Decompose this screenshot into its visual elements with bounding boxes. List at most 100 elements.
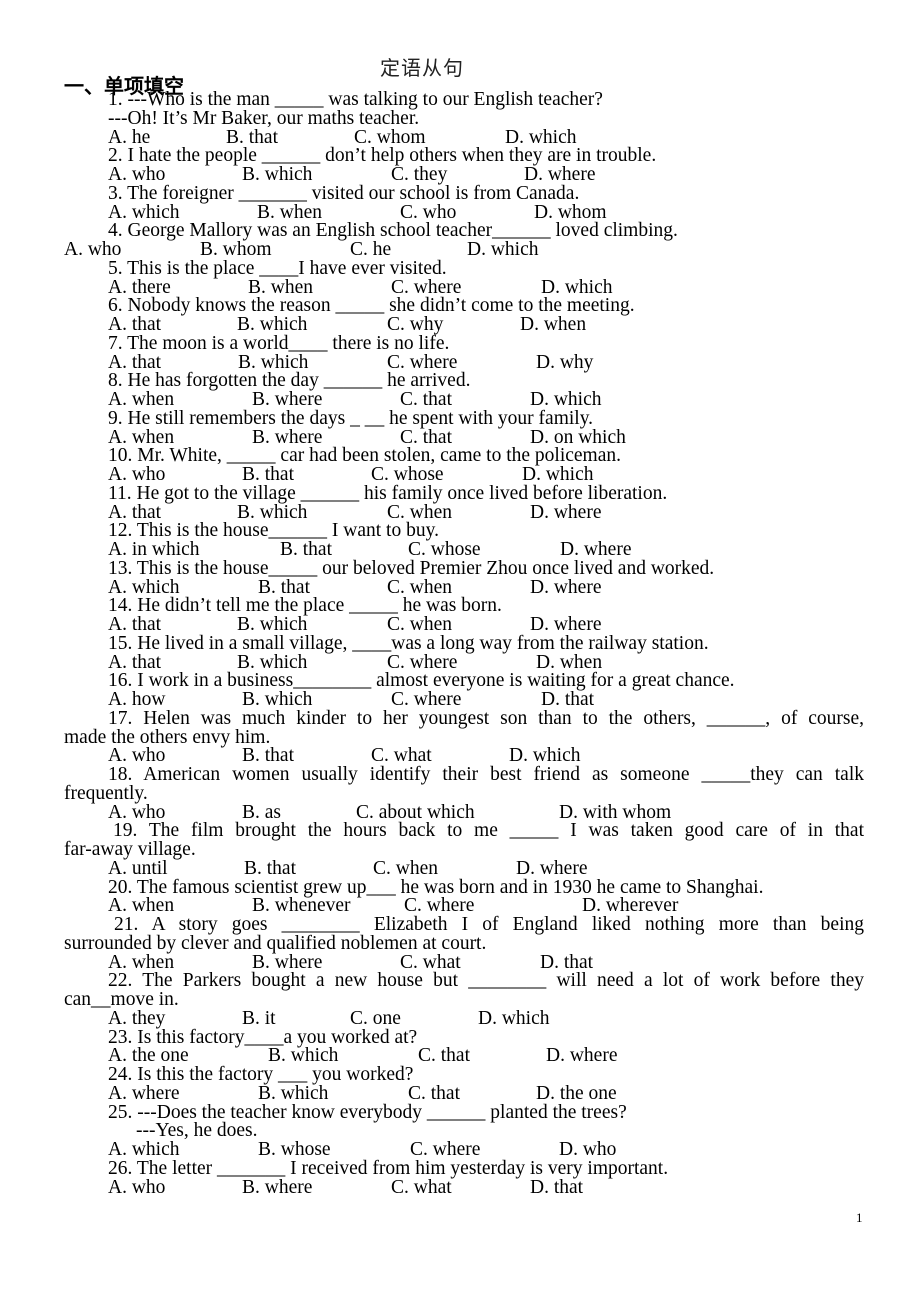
answer-option-b: B. where <box>252 951 323 973</box>
question-stem: 10. Mr. White, _____ car had been stolen… <box>108 445 621 467</box>
question-stem: 24. Is this the factory ___ you worked? <box>108 1064 414 1085</box>
answer-option-b: B. that <box>242 745 294 767</box>
question-stem-continuation: can__move in. <box>64 989 179 1010</box>
question-stem: 8. He has forgotten the day ______ he ar… <box>108 370 471 392</box>
question-stem: 6. Nobody knows the reason _____ she did… <box>108 295 635 317</box>
answer-option-a: A. which <box>108 201 180 223</box>
answer-option-c: C. where <box>387 351 458 373</box>
answer-option-d: D. which <box>505 126 577 148</box>
answer-option-c: C. where <box>404 895 475 917</box>
answer-option-b: B. where <box>252 389 323 410</box>
question-stem: 2. I hate the people ______ don’t help o… <box>108 145 657 167</box>
answer-option-c: C. when <box>387 501 452 523</box>
answer-option-d: D. the one <box>536 1082 617 1104</box>
question-stem: 4. George Mallory was an English school … <box>108 220 678 242</box>
answer-option-b: B. that <box>244 857 296 879</box>
answer-option-b: B. that <box>258 576 310 598</box>
answer-option-c: C. where <box>391 276 462 298</box>
answer-option-a: A. when <box>108 895 175 917</box>
answer-option-a: A. that <box>108 651 162 673</box>
answer-option-a: A. how <box>108 689 166 710</box>
question-stem: 25. ---Does the teacher know everybody _… <box>108 1101 627 1123</box>
answer-option-a: A. who <box>108 1176 166 1198</box>
answer-option-c: C. what <box>391 1176 452 1198</box>
question-stem: 15. He lived in a small village, ____was… <box>108 632 709 654</box>
answer-option-c: C. whose <box>408 539 481 560</box>
answer-option-d: D. when <box>520 314 587 335</box>
answer-option-b: B. which <box>242 164 313 185</box>
answer-option-c: C. where <box>387 651 458 673</box>
answer-option-b: B. which <box>237 651 308 673</box>
question-stem-continuation: made the others envy him. <box>64 726 271 748</box>
answer-option-b: B. whose <box>258 1139 331 1160</box>
answer-option-d: D. why <box>536 351 594 373</box>
answer-option-b: B. which <box>242 689 313 710</box>
question-stem: 22. The Parkers bought a new house but _… <box>108 970 864 992</box>
answer-option-b: B. which <box>268 1045 339 1067</box>
answer-option-a: A. in which <box>108 539 200 560</box>
question-stem: 20. The famous scientist grew up___ he w… <box>108 876 764 898</box>
answer-option-d: D. which <box>541 276 613 298</box>
answer-option-c: C. that <box>400 426 452 448</box>
answer-option-a: A. he <box>108 126 151 148</box>
answer-option-a: A. which <box>108 576 180 598</box>
answer-option-a: A. who <box>108 745 166 767</box>
answer-option-b: B. it <box>242 1007 276 1029</box>
answer-option-c: C. that <box>408 1082 460 1104</box>
answer-option-c: C. whom <box>354 126 426 148</box>
answer-option-a: A. when <box>108 426 175 448</box>
question-stem: 18. American women usually identify thei… <box>108 764 864 785</box>
answer-option-d: D. which <box>478 1007 550 1029</box>
answer-option-c: C. that <box>400 389 452 410</box>
answer-option-a: A. where <box>108 1082 180 1104</box>
question-stem: 11. He got to the village ______ his fam… <box>108 482 668 504</box>
answer-option-c: C. who <box>400 201 457 223</box>
answer-option-c: C. what <box>400 951 461 973</box>
document-title: 定语从句 <box>380 56 464 80</box>
question-stem: 16. I work in a business________ almost … <box>108 670 735 692</box>
question-stem: 17. Helen was much kinder to her younges… <box>108 707 864 729</box>
answer-option-a: A. that <box>108 501 162 523</box>
answer-option-b: B. that <box>226 126 278 148</box>
answer-option-d: D. which <box>530 389 602 410</box>
answer-option-d: D. who <box>559 1139 617 1160</box>
question-stem: 3. The foreigner _______ visited our sch… <box>108 182 580 204</box>
question-stem: 1. ---Who is the man _____ was talking t… <box>108 89 603 110</box>
answer-option-c: C. why <box>387 314 444 335</box>
answer-option-a: A. that <box>108 351 162 373</box>
answer-option-d: D. that <box>541 689 595 710</box>
question-stem-continuation: frequently. <box>64 782 148 804</box>
answer-option-b: B. that <box>242 464 294 485</box>
answer-option-b: B. which <box>237 614 308 635</box>
question-stem: 26. The letter _______ I received from h… <box>108 1157 669 1179</box>
question-stem-continuation: surrounded by clever and qualified noble… <box>64 932 487 954</box>
answer-option-b: B. which <box>237 314 308 335</box>
question-stem: 7. The moon is a world____ there is no l… <box>108 332 450 354</box>
answer-option-c: C. one <box>350 1007 401 1029</box>
answer-option-c: C. they <box>391 164 448 185</box>
answer-option-b: B. that <box>280 539 332 560</box>
question-stem: 14. He didn’t tell me the place _____ he… <box>108 595 502 617</box>
answer-option-d: D. wherever <box>582 895 679 917</box>
answer-option-d: D. where <box>560 539 632 560</box>
question-stem-continuation: ---Oh! It’s Mr Baker, our maths teacher. <box>108 107 420 129</box>
answer-option-c: C. that <box>418 1045 470 1067</box>
answer-option-b: B. where <box>252 426 323 448</box>
answer-option-b: B. where <box>242 1176 313 1198</box>
answer-option-c: C. where <box>391 689 462 710</box>
answer-option-b: B. whenever <box>252 895 351 917</box>
answer-option-a: A. until <box>108 857 168 879</box>
answer-option-d: D. where <box>530 501 602 523</box>
answer-option-b: B. when <box>248 276 313 298</box>
question-stem: 5. This is the place ____I have ever vis… <box>108 257 447 279</box>
question-stem: 23. Is this factory____a you worked at? <box>108 1026 418 1048</box>
question-stem: 9. He still remembers the days _ __ he s… <box>108 407 594 429</box>
answer-option-c: C. when <box>373 857 438 879</box>
answer-option-c: C. where <box>410 1139 481 1160</box>
answer-option-d: D. where <box>530 614 602 635</box>
answer-option-c: C. he <box>350 239 392 260</box>
answer-option-b: B. whom <box>200 239 272 260</box>
answer-option-d: D. on which <box>530 426 626 448</box>
answer-option-c: C. about which <box>356 801 475 823</box>
answer-option-d: D. that <box>540 951 594 973</box>
